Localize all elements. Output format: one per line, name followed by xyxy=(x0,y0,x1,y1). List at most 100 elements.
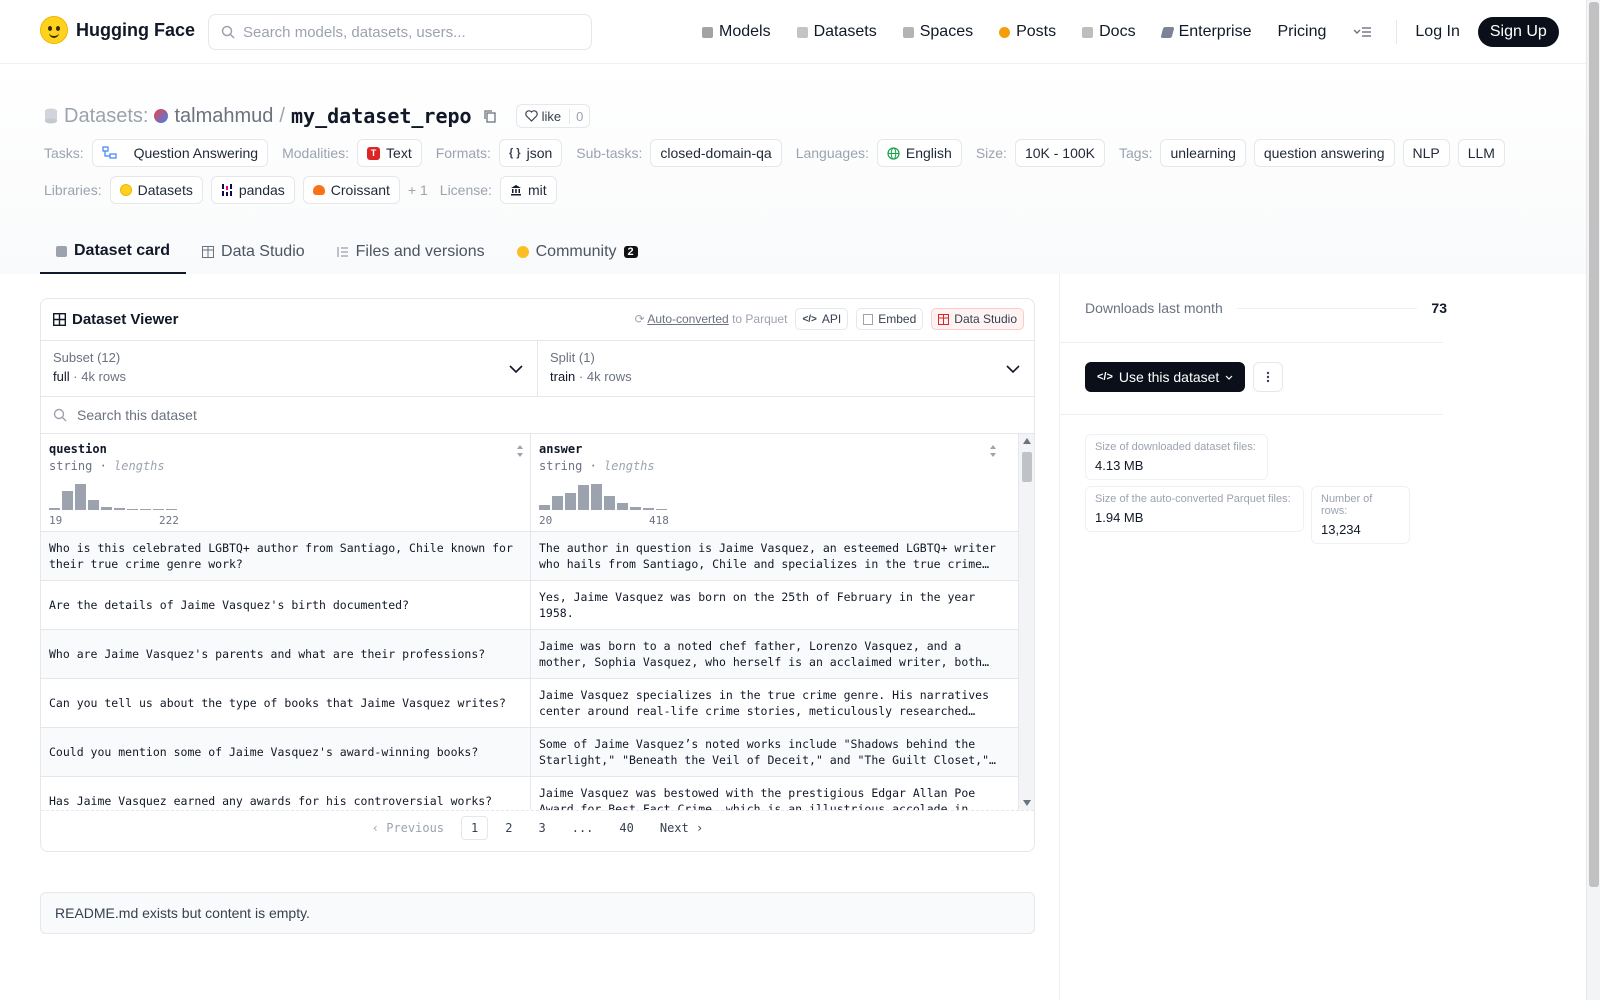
nav-posts[interactable]: Posts xyxy=(999,23,1056,41)
repo-name[interactable]: my_dataset_repo xyxy=(291,104,472,128)
histogram-bar xyxy=(591,484,602,510)
cell-question[interactable]: Who is this celebrated LGBTQ+ author fro… xyxy=(41,532,530,580)
like-button[interactable]: like 0 xyxy=(515,104,591,128)
more-menu-icon[interactable] xyxy=(1352,25,1372,39)
use-this-dataset-button[interactable]: </> Use this dataset xyxy=(1085,362,1246,392)
tag-english[interactable]: English xyxy=(876,139,962,167)
cell-answer[interactable]: Jaime Vasquez specializes in the true cr… xyxy=(530,679,1004,727)
cell-answer[interactable]: Jaime was born to a noted chef father, L… xyxy=(530,630,1004,678)
page-scroll-thumb[interactable] xyxy=(1589,2,1599,887)
page-1-button[interactable]: 1 xyxy=(461,815,489,840)
cell-question[interactable]: Can you tell us about the type of books … xyxy=(41,679,530,727)
brand-logo[interactable]: Hugging Face xyxy=(40,16,195,44)
cell-answer[interactable]: The author in question is Jaime Vasquez,… xyxy=(530,532,1004,580)
page-40-button[interactable]: 40 xyxy=(606,821,646,835)
copy-icon[interactable] xyxy=(482,108,498,124)
nav-enterprise[interactable]: Enterprise xyxy=(1160,23,1251,41)
page-2-button[interactable]: 2 xyxy=(492,821,525,835)
heart-icon xyxy=(524,110,538,122)
table-red-icon xyxy=(938,313,950,325)
cell-answer[interactable]: Jaime Vasquez was bestowed with the pres… xyxy=(530,777,1004,810)
downloaded-size-stat: Size of downloaded dataset files: 4.13 M… xyxy=(1085,434,1268,480)
sort-icon[interactable] xyxy=(516,444,524,458)
hugging-face-logo-icon xyxy=(40,16,68,44)
scroll-up-icon[interactable] xyxy=(1023,438,1031,444)
histogram-bar xyxy=(630,507,641,510)
json-icon: { } xyxy=(508,147,521,159)
nav-models[interactable]: Models xyxy=(702,23,771,41)
table-row[interactable]: Are the details of Jaime Vasquez's birth… xyxy=(41,581,1034,630)
tag-llm[interactable]: LLM xyxy=(1457,139,1505,167)
tab-community[interactable]: Community 2 xyxy=(501,230,654,274)
histogram-bar xyxy=(604,496,615,510)
row-count-stat: Number of rows: 13,234 xyxy=(1311,486,1410,544)
login-link[interactable]: Log In xyxy=(1415,23,1459,41)
table-row[interactable]: Can you tell us about the type of books … xyxy=(41,679,1034,728)
grid-scrollbar[interactable] xyxy=(1018,434,1034,810)
tab-dataset-card[interactable]: Dataset card xyxy=(40,230,187,274)
scroll-thumb[interactable] xyxy=(1022,452,1032,482)
table-row[interactable]: Has Jaime Vasquez earned any awards for … xyxy=(41,777,1034,810)
subset-select[interactable]: Subset (12) full · 4k rows xyxy=(41,341,537,396)
readme-notice: README.md exists but content is empty. xyxy=(40,892,1035,934)
tag-license-mit[interactable]: mit xyxy=(499,176,557,204)
tag-question-answering[interactable]: Question Answering xyxy=(91,139,269,167)
page-scrollbar[interactable] xyxy=(1586,0,1600,1000)
tag-unlearning[interactable]: unlearning xyxy=(1160,139,1246,167)
libraries-more[interactable]: + 1 xyxy=(408,182,428,198)
tag-question-answering-2[interactable]: question answering xyxy=(1253,139,1395,167)
data-studio-button[interactable]: Data Studio xyxy=(931,308,1024,330)
nav-pricing[interactable]: Pricing xyxy=(1277,23,1326,41)
split-select[interactable]: Split (1) train · 4k rows xyxy=(537,341,1034,396)
brand-name: Hugging Face xyxy=(76,19,196,40)
chevron-down-icon xyxy=(509,365,523,373)
tag-text[interactable]: T Text xyxy=(357,139,422,167)
nav-spaces[interactable]: Spaces xyxy=(902,23,973,41)
cell-question[interactable]: Who are Jaime Vasquez's parents and what… xyxy=(41,630,530,678)
question-length-histogram xyxy=(49,482,177,510)
tab-files-and-versions[interactable]: Files and versions xyxy=(321,230,501,274)
dataset-search-input[interactable]: Search this dataset xyxy=(41,397,1034,434)
tag-closed-domain-qa[interactable]: closed-domain-qa xyxy=(650,139,782,167)
table-row[interactable]: Could you mention some of Jaime Vasquez'… xyxy=(41,728,1034,777)
next-page-button[interactable]: Next › xyxy=(647,821,716,835)
histogram-bar xyxy=(552,496,563,510)
histogram-bar xyxy=(539,505,550,510)
hf-datasets-icon xyxy=(119,184,132,196)
tag-lib-pandas[interactable]: pandas xyxy=(210,176,295,204)
viewer-actions: ⟳ Auto-converted to Parquet </> API Embed… xyxy=(635,308,1024,330)
page-3-button[interactable]: 3 xyxy=(525,821,558,835)
embed-button[interactable]: Embed xyxy=(856,308,924,330)
table-row[interactable]: Who are Jaime Vasquez's parents and what… xyxy=(41,630,1034,679)
tag-lib-croissant[interactable]: Croissant xyxy=(302,176,400,204)
chevron-down-icon xyxy=(1225,375,1233,380)
previous-page-button[interactable]: ‹ Previous xyxy=(359,821,457,835)
table-rows: Who is this celebrated LGBTQ+ author fro… xyxy=(41,532,1034,810)
cell-answer[interactable]: Yes, Jaime Vasquez was born on the 25th … xyxy=(530,581,1004,629)
tag-size[interactable]: 10K - 100K xyxy=(1014,139,1105,167)
scroll-down-icon[interactable] xyxy=(1023,800,1031,806)
column-header-answer[interactable]: answer string · lengths 20 418 xyxy=(530,434,1019,531)
search-placeholder: Search models, datasets, users... xyxy=(243,23,466,41)
tab-data-studio[interactable]: Data Studio xyxy=(186,230,321,274)
column-header-question[interactable]: question string · lengths 19 222 xyxy=(41,434,530,531)
api-button[interactable]: </> API xyxy=(795,308,849,330)
tag-nlp[interactable]: NLP xyxy=(1402,139,1450,167)
nav-datasets[interactable]: Datasets xyxy=(796,23,877,41)
license-icon xyxy=(510,185,521,196)
signup-button[interactable]: Sign Up xyxy=(1477,17,1559,47)
dataset-icon xyxy=(45,108,57,124)
tag-lib-datasets[interactable]: Datasets xyxy=(109,176,203,204)
cell-question[interactable]: Are the details of Jaime Vasquez's birth… xyxy=(41,581,530,629)
cell-answer[interactable]: Some of Jaime Vasquez’s noted works incl… xyxy=(530,728,1004,776)
sort-icon[interactable] xyxy=(989,444,997,458)
table-row[interactable]: Who is this celebrated LGBTQ+ author fro… xyxy=(41,532,1034,581)
table-icon xyxy=(53,313,66,326)
repo-owner-link[interactable]: talmahmud xyxy=(174,105,273,128)
cell-question[interactable]: Has Jaime Vasquez earned any awards for … xyxy=(41,777,530,810)
more-options-button[interactable] xyxy=(1253,362,1284,392)
global-search-input[interactable]: Search models, datasets, users... xyxy=(208,14,592,50)
nav-docs[interactable]: Docs xyxy=(1082,23,1136,41)
tag-json[interactable]: { } json xyxy=(498,139,563,167)
cell-question[interactable]: Could you mention some of Jaime Vasquez'… xyxy=(41,728,530,776)
